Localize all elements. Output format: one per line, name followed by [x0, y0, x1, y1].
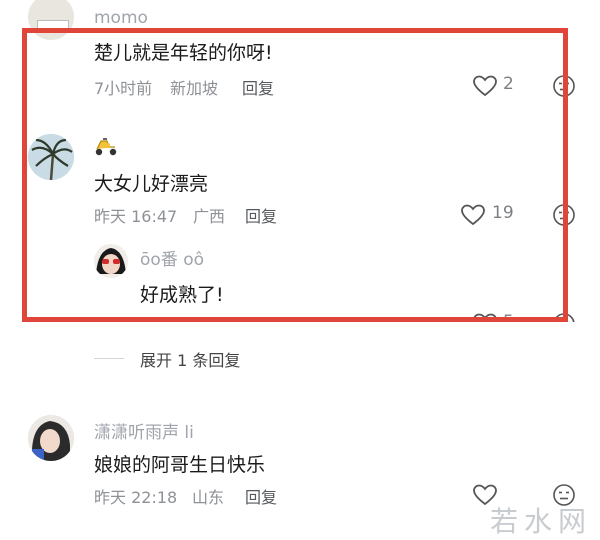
watermark: 若水网 — [490, 505, 593, 538]
like-count: 2 — [503, 74, 514, 94]
reply-text: 好成熟了! — [140, 284, 224, 306]
reply-button[interactable]: 回复 — [245, 203, 277, 227]
comment-text: 大女儿好漂亮 — [94, 173, 209, 195]
reply-username[interactable]: ōo番 oô — [140, 245, 204, 270]
dislike-face-icon[interactable] — [552, 74, 576, 98]
reply-avatar[interactable] — [94, 244, 128, 278]
reply-button[interactable]: 回复 — [292, 312, 324, 322]
expand-divider — [94, 358, 124, 359]
reply-button[interactable]: 回复 — [245, 484, 277, 508]
dislike-face-icon[interactable] — [552, 312, 576, 322]
reply-location: 福建 — [242, 312, 274, 322]
heart-icon[interactable] — [472, 312, 498, 322]
comment-location: 广西 — [193, 207, 226, 226]
comment-location: 山东 — [192, 488, 225, 507]
reply-time: 昨天 17:00 — [140, 312, 223, 322]
comment-username[interactable]: 潇潇听雨声 li — [94, 418, 194, 443]
comment-text: 娘娘的阿哥生日快乐 — [94, 454, 266, 476]
heart-icon[interactable] — [460, 203, 486, 227]
comment-time: 昨天 16:47 — [94, 207, 178, 226]
heart-icon[interactable] — [472, 74, 498, 98]
like-count: 19 — [492, 203, 514, 223]
comment-username[interactable]: momo — [94, 8, 148, 28]
avatar[interactable] — [28, 134, 74, 180]
reply-button[interactable]: 回复 — [242, 75, 274, 99]
expand-replies-button[interactable]: 展开 1 条回复 — [140, 347, 240, 371]
comment-time: 7小时前 — [94, 79, 153, 98]
scooter-icon — [95, 138, 117, 156]
like-count: 5 — [503, 312, 514, 322]
avatar[interactable] — [28, 415, 74, 461]
palm-tree-icon — [28, 134, 74, 180]
comment-text: 楚儿就是年轻的你呀! — [94, 42, 273, 64]
dislike-face-icon[interactable] — [552, 203, 576, 227]
comment-location: 新加坡 — [170, 79, 219, 98]
comment-time: 昨天 22:18 — [94, 488, 178, 507]
avatar[interactable] — [28, 0, 74, 40]
